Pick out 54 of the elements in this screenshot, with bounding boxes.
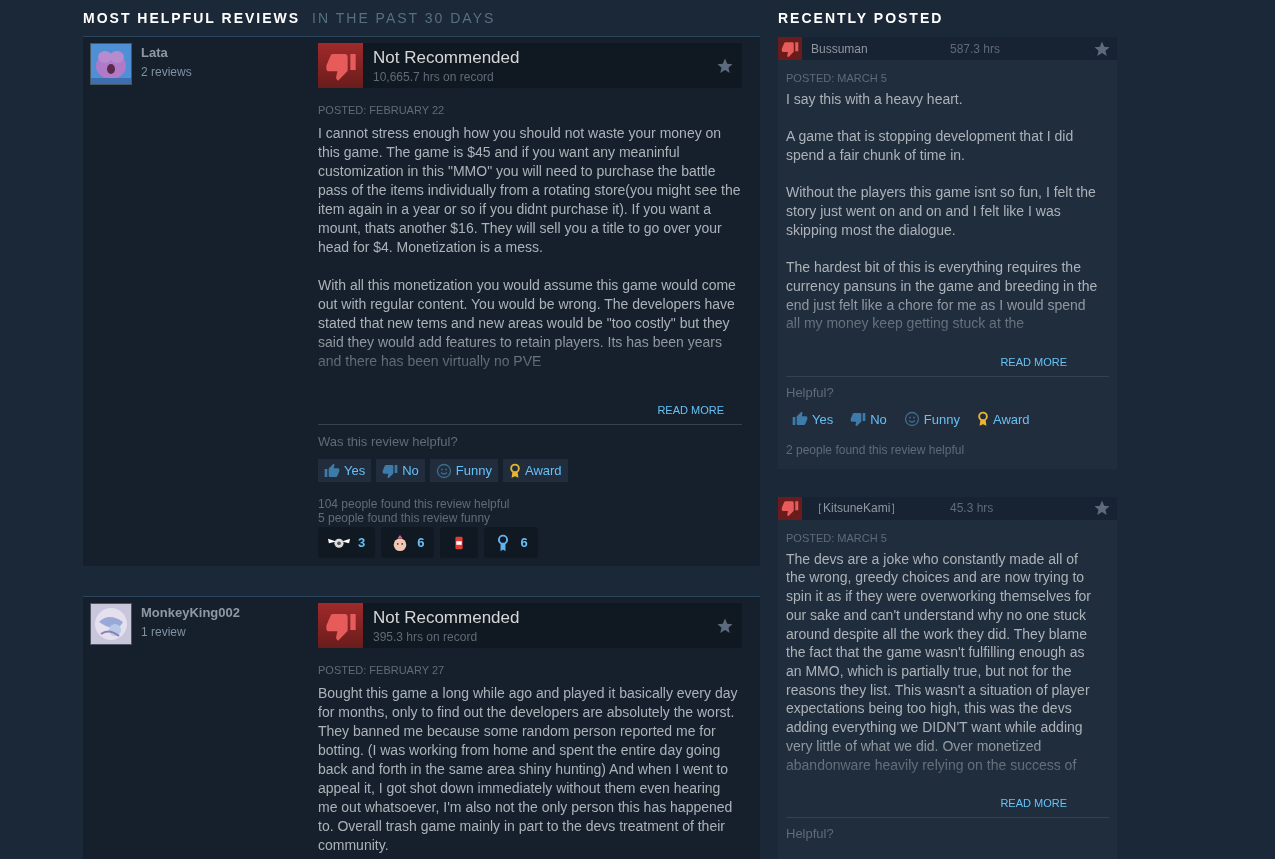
- playtime-text: 45.3 hrs: [950, 501, 995, 516]
- vote-button[interactable]: No: [376, 459, 425, 482]
- review-text: With all this monetization you would assume this game would come out with regular content. You would be wrong. The developers have stated that new tems and new areas would be "too costly" but they said they would add features to retain players. Its has been years and there has been virtually no PVE: [318, 276, 737, 371]
- review-text: Bought this game a long while ago and played it basically every day for months, only to find out the developers are absolutely the worst. They banned me because some random person reported me for botting. (I was working from home and spent the entire day going back and forth in the same area shiny hunting) And when I went to appeal it, I got shot down immediately without them even hearing me out whatsoever, I'm also not the only person this has happened to. Overall trash game mainly in part to the devs treatment of their community.: [318, 684, 739, 855]
- author-name[interactable]: Bussuman: [802, 41, 950, 56]
- review-text: A game that is stopping development that I did spend a fair chunk of time in.: [786, 127, 1075, 165]
- posted-date: POSTED: FEBRUARY 22: [318, 104, 446, 116]
- read-more-link[interactable]: READ MORE: [1000, 355, 1067, 368]
- award-badge[interactable]: [440, 527, 479, 558]
- read-more-link[interactable]: READ MORE: [657, 404, 724, 416]
- vote-button[interactable]: Award: [503, 459, 568, 482]
- award-icon: [977, 411, 989, 428]
- helpful-prompt: Was this review helpful?: [318, 434, 459, 449]
- vote-button[interactable]: Funny: [429, 459, 498, 482]
- playtime-text: 587.3 hrs: [950, 41, 1002, 56]
- playtime-text: 395.3 hrs on record: [373, 629, 479, 644]
- verdict-title: Not Recommended: [373, 47, 521, 68]
- review-text: Without the players this game isnt so fun, I felt the story just went on and on and I felt like I was skipping most the dialogue.: [786, 183, 1097, 240]
- award-badge[interactable]: 6: [381, 527, 435, 558]
- review-text: The hardest bit of this is everything requires the currency pansuns in the game and breeding in the end just felt like a chore for me as I would spend all my money keep getting stuck at the: [786, 258, 1099, 334]
- review-text: I cannot stress enough how you should not waste your money on this game. The game is $45 and if you want any meaninful customization in this "MMO" you will need to purchase the battle pass of the items individually from a rotating store(you might see the item again in a year or so if you didnt purchase it). If you want a mount, thats another $16. They will sell you a title to go over your head for $4. Monetization is a mess.: [318, 124, 742, 257]
- verdict-title: Not Recommended: [373, 607, 521, 628]
- posted-date: POSTED: MARCH 5: [786, 531, 888, 544]
- smiley-icon: [435, 462, 452, 479]
- posted-date: POSTED: FEBRUARY 27: [318, 664, 446, 676]
- review-text: The devs are a joke who constantly made all of the wrong, greedy choices and are now trying to spin it as if they were overworking themselves for our sake and can't understand why no one stuck around despite all the work they did. They blame the fact that the game wasn't fulfilling enough as an MMO, which is partially true, but not for the reasons they list. This wasn't a situation of player expectations being too high, this was the devs adding everything we DIDN'T want while adding very little of what we did. Over monetized abandonware heavily relying on the success of: [786, 549, 1092, 775]
- author-name[interactable]: MonkeyKing002: [141, 605, 240, 620]
- review-count[interactable]: 2 reviews: [141, 65, 192, 79]
- award-icon: [509, 462, 521, 479]
- star-icon[interactable]: [1093, 499, 1111, 518]
- read-more-link[interactable]: READ MORE: [1000, 796, 1067, 809]
- helpful-prompt: Helpful?: [786, 825, 835, 841]
- posted-date: POSTED: MARCH 5: [786, 72, 888, 84]
- helpful-count: 5 people found this review funny: [318, 511, 492, 525]
- winged-face-icon: [328, 537, 350, 548]
- review-text: I say this with a heavy heart.: [786, 90, 964, 109]
- award-badge[interactable]: 3: [318, 527, 376, 558]
- section-title: MOST HELPFUL REVIEWS: [83, 10, 301, 26]
- thumbs-down-icon: [382, 462, 399, 479]
- playtime-text: 10,665.7 hrs on record: [373, 69, 495, 84]
- review-count[interactable]: 1 review: [141, 625, 240, 639]
- vote-button[interactable]: Yes: [318, 459, 372, 482]
- author-name[interactable]: Lata: [141, 45, 192, 60]
- section-title: RECENTLY POSTED: [778, 10, 944, 26]
- smiley-icon: [903, 411, 920, 428]
- author-name[interactable]: ［KitsuneKami］: [802, 499, 950, 517]
- section-subtitle: IN THE PAST 30 DAYS: [312, 10, 496, 26]
- thumbs-up-icon: [324, 462, 340, 479]
- helpful-prompt: Helpful?: [786, 384, 835, 400]
- helpful-count: 104 people found this review helpful: [318, 497, 511, 511]
- award-badge[interactable]: 6: [484, 527, 538, 558]
- thumbs-up-icon: [792, 411, 808, 428]
- thumbs-down-icon: [850, 411, 867, 428]
- helpful-count: 2 people found this review helpful: [786, 442, 966, 457]
